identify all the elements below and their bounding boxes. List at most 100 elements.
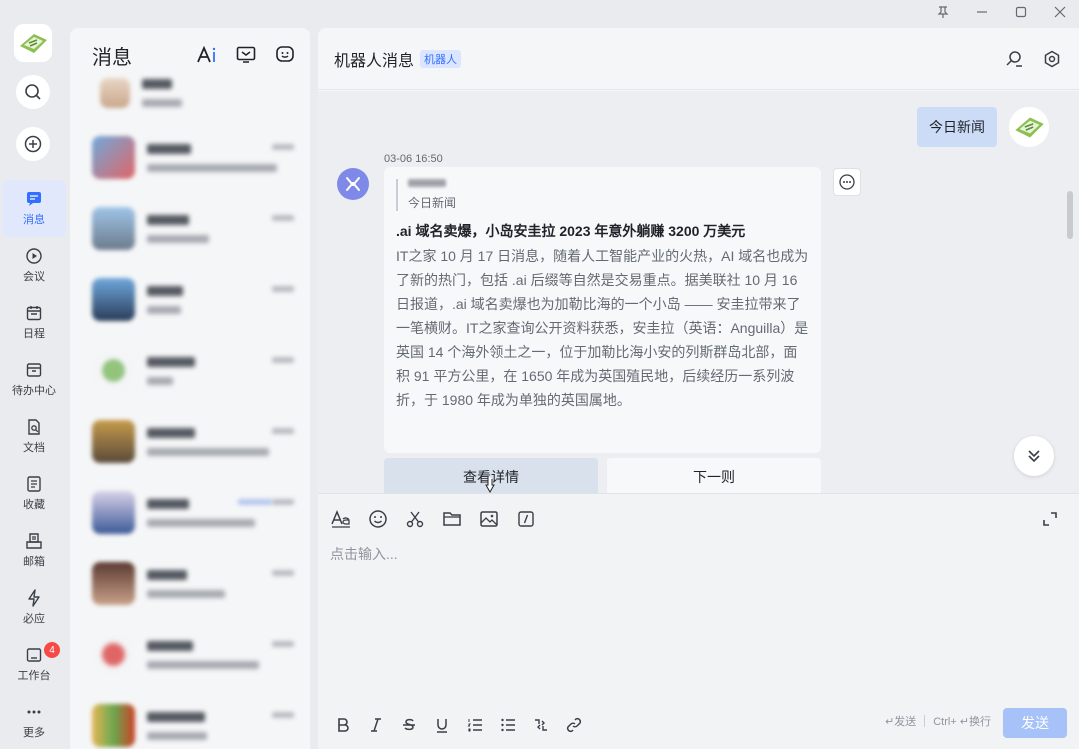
window-controls	[923, 0, 1079, 24]
ai-icon[interactable]	[196, 44, 218, 66]
plus-circle-icon	[24, 135, 42, 153]
bold-button[interactable]	[332, 714, 354, 736]
nav-item-todo[interactable]: 待办中心	[0, 351, 68, 408]
message-bubble[interactable]: 今日新闻	[917, 107, 997, 147]
nav-item-more[interactable]: 更多	[0, 693, 68, 749]
nav-item-bing[interactable]: 必应	[0, 579, 68, 636]
list-item[interactable]	[70, 619, 310, 690]
nav-item-meetings[interactable]: 会议	[0, 237, 68, 294]
message-more-button[interactable]	[833, 168, 861, 196]
quote-icon	[535, 719, 547, 731]
quoted-text: 今日新闻	[408, 196, 457, 210]
expand-composer-button[interactable]	[1039, 508, 1061, 530]
list-item[interactable]	[70, 477, 310, 548]
create-button[interactable]	[16, 127, 50, 161]
list-item[interactable]	[70, 122, 310, 193]
avatar	[92, 136, 135, 179]
send-hint: ↵发送	[884, 716, 917, 728]
nav-item-docs[interactable]: 文档	[0, 408, 68, 465]
nav-label: 更多	[23, 727, 45, 739]
list-item[interactable]	[70, 406, 310, 477]
left-rail: 消息 会议 日程 待办中心 文档 收藏 邮箱 必应 4 工作台 更多	[0, 0, 68, 749]
slash-command-icon	[518, 511, 534, 527]
folder-icon	[443, 512, 461, 526]
command-button[interactable]	[515, 508, 537, 530]
nav-label: 收藏	[23, 499, 45, 511]
list-item[interactable]	[70, 335, 310, 406]
bold-icon	[338, 718, 349, 732]
image-icon	[480, 511, 498, 527]
chat-panel: 机器人消息 机器人 今日新闻 03-06 16:50 今日新闻 .ai 域名卖爆…	[318, 28, 1079, 749]
news-card: 今日新闻 .ai 域名卖爆，小岛安圭拉 2023 年意外躺赚 3200 万美元 …	[384, 167, 821, 453]
text-format-button[interactable]	[330, 508, 352, 530]
nav-item-favorites[interactable]: 收藏	[0, 465, 68, 522]
scroll-to-bottom-button[interactable]	[1014, 436, 1054, 476]
underline-button[interactable]	[431, 714, 453, 736]
bot-avatar[interactable]	[337, 168, 369, 200]
search-chat-button[interactable]	[1003, 48, 1025, 70]
nav-item-messages[interactable]: 消息	[2, 180, 66, 237]
calendar-icon	[26, 306, 42, 321]
nav-item-mail[interactable]: 邮箱	[0, 522, 68, 579]
conversation-preview	[142, 79, 294, 107]
scrollbar[interactable]	[1067, 191, 1073, 239]
timestamp	[272, 428, 294, 434]
nav-item-calendar[interactable]: 日程	[0, 294, 68, 351]
list-item[interactable]	[70, 193, 310, 264]
avatar	[92, 491, 135, 534]
avatar	[92, 704, 135, 747]
minimize-icon[interactable]	[962, 0, 1001, 24]
close-icon[interactable]	[1040, 0, 1079, 24]
emoji-button[interactable]	[367, 508, 389, 530]
italic-button[interactable]	[365, 714, 387, 736]
emoji-chat-icon[interactable]	[274, 44, 296, 66]
scissors-icon	[406, 511, 424, 528]
screenshot-button[interactable]	[404, 508, 426, 530]
italic-icon	[371, 718, 381, 732]
message-composer: 点击输入... ↵发送 Ctrl+ ↵换行 发送	[318, 493, 1079, 749]
pin-icon[interactable]	[923, 0, 962, 24]
text-format-icon	[331, 510, 350, 528]
composer-toolbar	[330, 508, 552, 530]
nav-label: 必应	[23, 613, 45, 625]
strikethrough-button[interactable]	[398, 714, 420, 736]
nav-label: 待办中心	[12, 385, 56, 397]
link-button[interactable]	[563, 714, 585, 736]
lightning-icon	[28, 589, 40, 607]
send-hints: ↵发送 Ctrl+ ↵换行	[885, 713, 991, 729]
mail-icon	[26, 533, 42, 549]
timestamp	[272, 215, 294, 221]
list-item[interactable]	[70, 64, 310, 122]
list-item[interactable]	[70, 690, 310, 749]
image-button[interactable]	[478, 508, 500, 530]
timestamp	[272, 499, 294, 505]
emoji-icon	[369, 510, 387, 528]
message-timestamp: 03-06 16:50	[384, 153, 443, 165]
card-title: .ai 域名卖爆，小岛安圭拉 2023 年意外躺赚 3200 万美元	[396, 223, 746, 239]
avatar	[92, 349, 135, 392]
file-button[interactable]	[441, 508, 463, 530]
maximize-icon[interactable]	[1001, 0, 1040, 24]
ordered-list-button[interactable]	[464, 714, 486, 736]
bot-tag: 机器人	[420, 49, 462, 68]
bullet-list-button[interactable]	[497, 714, 519, 736]
list-item[interactable]	[70, 548, 310, 619]
list-item[interactable]	[70, 264, 310, 335]
nav-label: 文档	[23, 442, 45, 454]
robot-icon	[346, 177, 360, 191]
nav-item-workbench[interactable]: 4 工作台	[0, 636, 68, 693]
avatar	[100, 78, 130, 108]
favorites-icon	[27, 476, 41, 492]
search-button[interactable]	[16, 75, 50, 109]
screen-share-icon[interactable]	[235, 44, 257, 66]
avatar[interactable]	[1009, 107, 1049, 147]
quote-button[interactable]	[530, 714, 552, 736]
next-item-button[interactable]: 下一则	[607, 458, 821, 496]
send-button[interactable]: 发送	[1003, 708, 1067, 738]
message-input[interactable]: 点击输入...	[330, 544, 398, 564]
quoted-sender	[408, 179, 446, 187]
format-toolbar	[332, 714, 596, 736]
newline-hint: Ctrl+ ↵换行	[933, 716, 991, 728]
user-avatar[interactable]	[14, 24, 52, 62]
settings-button[interactable]	[1041, 48, 1063, 70]
